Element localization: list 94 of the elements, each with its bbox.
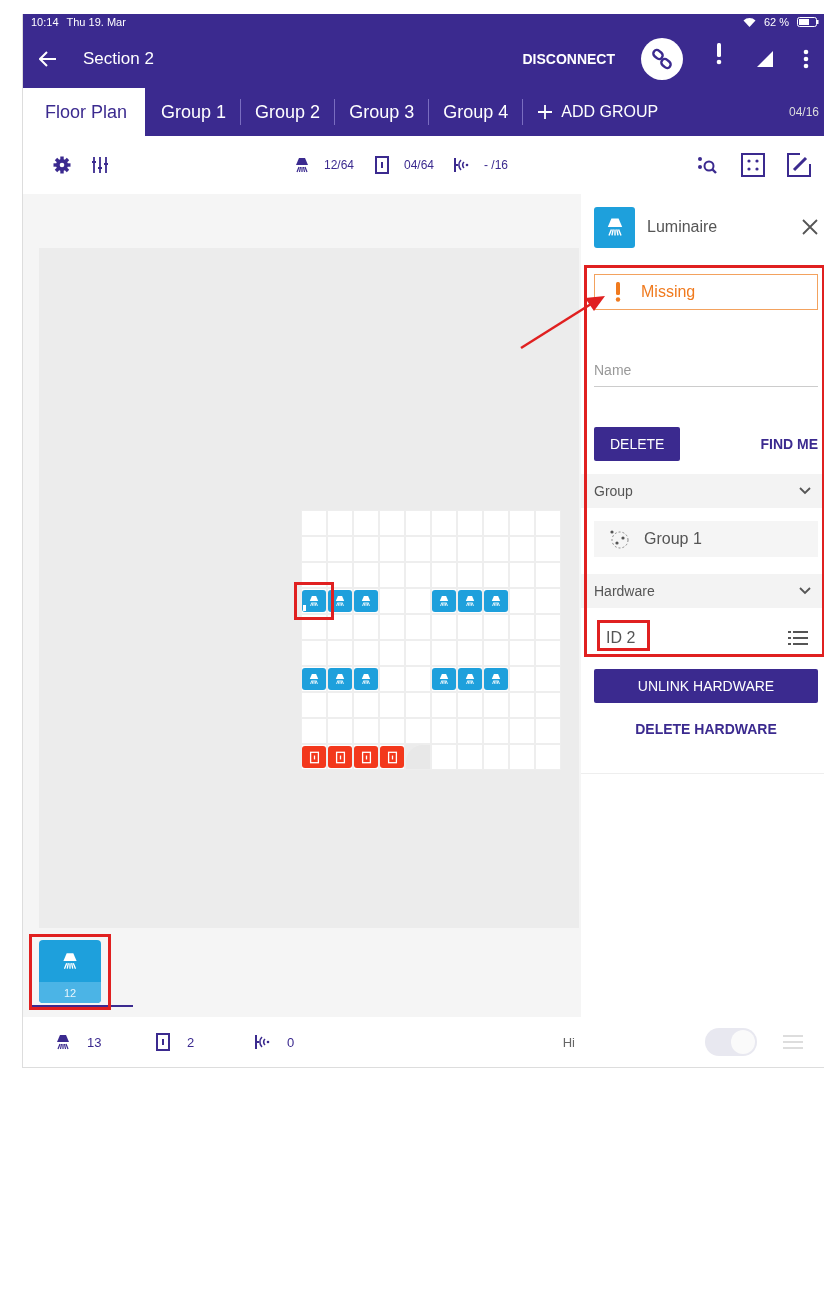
device-count: 04/64 bbox=[404, 158, 435, 172]
luminaire-icon bbox=[359, 672, 373, 686]
tab[interactable]: Group 2 bbox=[241, 88, 335, 136]
highlight-frame bbox=[294, 582, 334, 620]
grid-cell[interactable] bbox=[379, 666, 405, 692]
luminaire-tile[interactable] bbox=[458, 590, 482, 612]
status-date: Thu 19. Mar bbox=[66, 16, 126, 28]
page-title: Section 2 bbox=[83, 49, 154, 69]
switch-icon bbox=[153, 1032, 173, 1052]
plus-icon bbox=[537, 104, 554, 120]
luminaire-tile[interactable] bbox=[328, 668, 352, 690]
section-label: Hardware bbox=[594, 583, 655, 599]
grid-select-icon[interactable] bbox=[741, 153, 765, 177]
grid-cell[interactable] bbox=[301, 614, 327, 640]
grid-cell[interactable] bbox=[327, 614, 353, 640]
grid-cell[interactable] bbox=[509, 666, 535, 692]
grid-cell[interactable] bbox=[509, 588, 535, 614]
close-icon[interactable] bbox=[802, 219, 818, 235]
luminaire-tile[interactable] bbox=[302, 590, 326, 612]
delete-hardware-button[interactable]: DELETE HARDWARE bbox=[594, 721, 818, 737]
switch-icon bbox=[359, 750, 373, 764]
section-header[interactable]: Group bbox=[581, 474, 824, 508]
luminaire-icon bbox=[437, 594, 451, 608]
settings-icon[interactable] bbox=[53, 156, 71, 174]
search-icon[interactable] bbox=[697, 155, 719, 175]
device-total: 0 bbox=[287, 1034, 295, 1050]
group-name: Group 1 bbox=[644, 530, 702, 548]
group-item[interactable]: Group 1 bbox=[594, 521, 818, 557]
luminaire-icon bbox=[437, 672, 451, 686]
device-total: 2 bbox=[187, 1034, 195, 1050]
section-header[interactable]: Hardware bbox=[581, 574, 824, 608]
panel-title: Luminaire bbox=[647, 218, 718, 236]
switch-tile[interactable] bbox=[302, 746, 326, 768]
find-me-button[interactable]: FIND ME bbox=[760, 436, 818, 452]
luminaire-icon bbox=[333, 594, 347, 608]
add-group-button[interactable]: ADD GROUP bbox=[523, 103, 673, 121]
tab[interactable]: Group 4 bbox=[429, 88, 523, 136]
hardware-id: ID 2 bbox=[606, 629, 636, 647]
luminaire-tile[interactable] bbox=[302, 668, 326, 690]
luminaire-icon bbox=[333, 672, 347, 686]
link-button-icon[interactable] bbox=[641, 38, 683, 80]
battery-percent: 62 % bbox=[763, 16, 789, 28]
luminaire-tile[interactable] bbox=[484, 668, 508, 690]
switch-icon bbox=[307, 750, 321, 764]
tab[interactable]: Group 1 bbox=[147, 88, 241, 136]
tab[interactable]: Group 3 bbox=[335, 88, 429, 136]
more-icon[interactable] bbox=[803, 49, 809, 69]
switch-icon bbox=[333, 750, 347, 764]
switch-icon bbox=[385, 750, 399, 764]
tab[interactable]: Floor Plan bbox=[23, 88, 146, 136]
delete-button[interactable]: DELETE bbox=[594, 427, 681, 461]
grid-cell[interactable] bbox=[405, 666, 431, 692]
wifi-icon bbox=[742, 17, 756, 27]
group-count: 04/16 bbox=[788, 105, 819, 119]
tray-count: 12 bbox=[39, 982, 101, 1003]
switch-icon bbox=[372, 155, 392, 175]
alert-icon[interactable] bbox=[715, 43, 723, 65]
signal-icon bbox=[757, 51, 773, 67]
luminaire-tile[interactable] bbox=[328, 590, 352, 612]
battery-icon bbox=[797, 17, 819, 27]
grid-cell[interactable] bbox=[327, 562, 353, 588]
device-count: - /16 bbox=[484, 158, 509, 172]
device-total: 13 bbox=[87, 1034, 102, 1050]
edit-icon[interactable] bbox=[787, 153, 811, 177]
unlink-hardware-button[interactable]: UNLINK HARDWARE bbox=[594, 669, 818, 703]
group-icon bbox=[608, 528, 630, 550]
hide-label: Hi bbox=[562, 1034, 575, 1050]
luminaire-tile[interactable] bbox=[354, 668, 378, 690]
luminaire-icon bbox=[463, 672, 477, 686]
luminaire-icon bbox=[307, 672, 321, 686]
disconnect-button[interactable]: DISCONNECT bbox=[516, 50, 621, 68]
grid-cell[interactable] bbox=[405, 588, 431, 614]
luminaire-tile[interactable] bbox=[432, 668, 456, 690]
section-label: Group bbox=[594, 483, 633, 499]
back-arrow-icon[interactable] bbox=[39, 51, 57, 67]
grid-cell[interactable] bbox=[379, 588, 405, 614]
luminaire-tile[interactable] bbox=[432, 590, 456, 612]
status-text: Missing bbox=[641, 283, 696, 301]
luminaire-icon bbox=[489, 594, 503, 608]
status-time: 10:14 bbox=[31, 16, 59, 28]
luminaire-icon bbox=[359, 594, 373, 608]
luminaire-tile[interactable] bbox=[354, 590, 378, 612]
switch-tile[interactable] bbox=[328, 746, 352, 768]
sliders-icon[interactable] bbox=[91, 156, 109, 174]
switch-tile[interactable] bbox=[354, 746, 378, 768]
luminaire-icon bbox=[489, 672, 503, 686]
list-icon[interactable] bbox=[788, 631, 808, 645]
warning-icon bbox=[615, 282, 621, 302]
device-count: 12/64 bbox=[323, 158, 354, 172]
luminaire-tile[interactable] bbox=[484, 590, 508, 612]
luminaire-tile[interactable] bbox=[458, 668, 482, 690]
luminaire-icon bbox=[307, 594, 321, 608]
luminaire-icon bbox=[463, 594, 477, 608]
switch-tile[interactable] bbox=[380, 746, 404, 768]
